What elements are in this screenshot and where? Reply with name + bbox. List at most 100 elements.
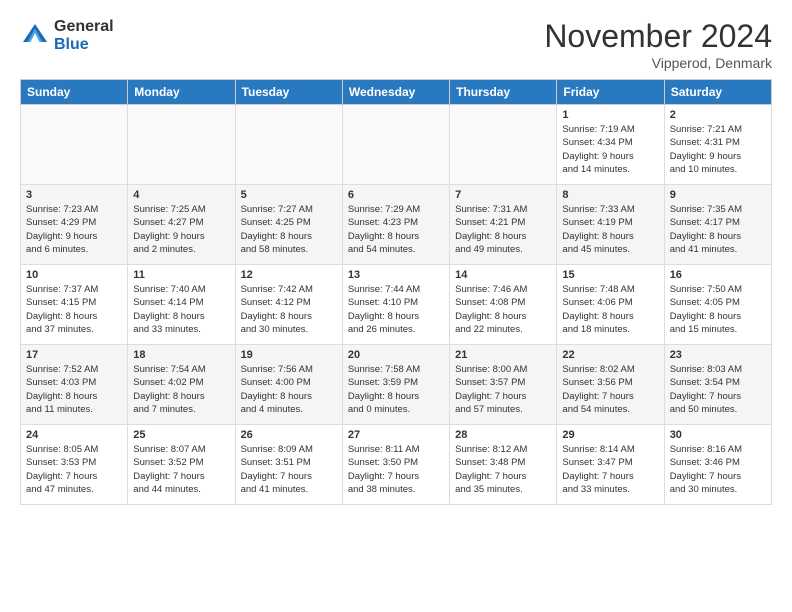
day-info: Sunrise: 8:09 AM Sunset: 3:51 PM Dayligh…: [241, 443, 337, 496]
month-title: November 2024: [544, 18, 772, 55]
calendar-cell: [21, 105, 128, 185]
day-number: 4: [133, 189, 229, 201]
calendar-cell: 22 Sunrise: 8:02 AM Sunset: 3:56 PM Dayli…: [557, 345, 664, 425]
day-number: 5: [241, 189, 337, 201]
day-number: 9: [670, 189, 766, 201]
day-number: 10: [26, 269, 122, 281]
day-info: Sunrise: 8:11 AM Sunset: 3:50 PM Dayligh…: [348, 443, 444, 496]
page-container: General Blue November 2024 Vipperod, Den…: [0, 0, 792, 515]
calendar-cell: [235, 105, 342, 185]
day-info: Sunrise: 7:19 AM Sunset: 4:34 PM Dayligh…: [562, 123, 658, 176]
weekday-thursday: Thursday: [450, 80, 557, 105]
calendar-cell: 6Sunrise: 7:29 AM Sunset: 4:23 PM Daylig…: [342, 185, 449, 265]
day-number: 28: [455, 429, 551, 441]
calendar-week-4: 17Sunrise: 7:52 AM Sunset: 4:03 PM Dayli…: [21, 345, 772, 425]
calendar-cell: 4 Sunrise: 7:25 AM Sunset: 4:27 PM Daylig…: [128, 185, 235, 265]
calendar-cell: 15Sunrise: 7:48 AM Sunset: 4:06 PM Dayli…: [557, 265, 664, 345]
day-number: 19: [241, 349, 337, 361]
day-info: Sunrise: 7:25 AM Sunset: 4:27 PM Dayligh…: [133, 203, 229, 256]
calendar-cell: 17Sunrise: 7:52 AM Sunset: 4:03 PM Dayli…: [21, 345, 128, 425]
logo-icon: [20, 21, 50, 51]
calendar-cell: 9 Sunrise: 7:35 AM Sunset: 4:17 PM Daylig…: [664, 185, 771, 265]
calendar-cell: 28 Sunrise: 8:12 AM Sunset: 3:48 PM Dayli…: [450, 425, 557, 505]
day-number: 24: [26, 429, 122, 441]
day-info: Sunrise: 8:03 AM Sunset: 3:54 PM Dayligh…: [670, 363, 766, 416]
weekday-saturday: Saturday: [664, 80, 771, 105]
day-info: Sunrise: 7:44 AM Sunset: 4:10 PM Dayligh…: [348, 283, 444, 336]
day-info: Sunrise: 7:35 AM Sunset: 4:17 PM Dayligh…: [670, 203, 766, 256]
day-number: 6: [348, 189, 444, 201]
calendar-cell: 21Sunrise: 8:00 AM Sunset: 3:57 PM Dayli…: [450, 345, 557, 425]
weekday-monday: Monday: [128, 80, 235, 105]
calendar-cell: [450, 105, 557, 185]
day-info: Sunrise: 7:48 AM Sunset: 4:06 PM Dayligh…: [562, 283, 658, 336]
calendar-week-3: 10Sunrise: 7:37 AM Sunset: 4:15 PM Dayli…: [21, 265, 772, 345]
calendar-cell: 26 Sunrise: 8:09 AM Sunset: 3:51 PM Dayli…: [235, 425, 342, 505]
day-info: Sunrise: 8:00 AM Sunset: 3:57 PM Dayligh…: [455, 363, 551, 416]
calendar-cell: 29 Sunrise: 8:14 AM Sunset: 3:47 PM Dayli…: [557, 425, 664, 505]
calendar-cell: 30 Sunrise: 8:16 AM Sunset: 3:46 PM Dayli…: [664, 425, 771, 505]
day-info: Sunrise: 7:23 AM Sunset: 4:29 PM Dayligh…: [26, 203, 122, 256]
day-info: Sunrise: 7:40 AM Sunset: 4:14 PM Dayligh…: [133, 283, 229, 336]
day-number: 17: [26, 349, 122, 361]
day-number: 8: [562, 189, 658, 201]
day-number: 23: [670, 349, 766, 361]
logo: General Blue: [20, 18, 114, 54]
weekday-row: Sunday Monday Tuesday Wednesday Thursday…: [21, 80, 772, 105]
calendar-week-2: 3 Sunrise: 7:23 AM Sunset: 4:29 PM Daylig…: [21, 185, 772, 265]
calendar-cell: 7 Sunrise: 7:31 AM Sunset: 4:21 PM Daylig…: [450, 185, 557, 265]
day-info: Sunrise: 8:07 AM Sunset: 3:52 PM Dayligh…: [133, 443, 229, 496]
weekday-sunday: Sunday: [21, 80, 128, 105]
day-info: Sunrise: 7:58 AM Sunset: 3:59 PM Dayligh…: [348, 363, 444, 416]
calendar-cell: 27 Sunrise: 8:11 AM Sunset: 3:50 PM Dayli…: [342, 425, 449, 505]
day-number: 13: [348, 269, 444, 281]
day-number: 25: [133, 429, 229, 441]
calendar-cell: 20 Sunrise: 7:58 AM Sunset: 3:59 PM Dayli…: [342, 345, 449, 425]
calendar-cell: 8 Sunrise: 7:33 AM Sunset: 4:19 PM Daylig…: [557, 185, 664, 265]
day-number: 27: [348, 429, 444, 441]
calendar-cell: 5 Sunrise: 7:27 AM Sunset: 4:25 PM Daylig…: [235, 185, 342, 265]
day-info: Sunrise: 8:12 AM Sunset: 3:48 PM Dayligh…: [455, 443, 551, 496]
calendar-cell: 3 Sunrise: 7:23 AM Sunset: 4:29 PM Daylig…: [21, 185, 128, 265]
calendar-cell: 10Sunrise: 7:37 AM Sunset: 4:15 PM Dayli…: [21, 265, 128, 345]
day-number: 30: [670, 429, 766, 441]
calendar-cell: 19 Sunrise: 7:56 AM Sunset: 4:00 PM Dayli…: [235, 345, 342, 425]
title-block: November 2024 Vipperod, Denmark: [544, 18, 772, 71]
location: Vipperod, Denmark: [544, 55, 772, 71]
calendar-week-5: 24 Sunrise: 8:05 AM Sunset: 3:53 PM Dayli…: [21, 425, 772, 505]
calendar-cell: 24 Sunrise: 8:05 AM Sunset: 3:53 PM Dayli…: [21, 425, 128, 505]
day-info: Sunrise: 8:05 AM Sunset: 3:53 PM Dayligh…: [26, 443, 122, 496]
day-number: 20: [348, 349, 444, 361]
calendar-week-1: 1 Sunrise: 7:19 AM Sunset: 4:34 PM Daylig…: [21, 105, 772, 185]
day-number: 1: [562, 109, 658, 121]
day-info: Sunrise: 7:46 AM Sunset: 4:08 PM Dayligh…: [455, 283, 551, 336]
day-info: Sunrise: 7:21 AM Sunset: 4:31 PM Dayligh…: [670, 123, 766, 176]
calendar-table: Sunday Monday Tuesday Wednesday Thursday…: [20, 79, 772, 505]
header: General Blue November 2024 Vipperod, Den…: [0, 0, 792, 79]
day-number: 29: [562, 429, 658, 441]
day-info: Sunrise: 7:50 AM Sunset: 4:05 PM Dayligh…: [670, 283, 766, 336]
weekday-wednesday: Wednesday: [342, 80, 449, 105]
day-info: Sunrise: 8:14 AM Sunset: 3:47 PM Dayligh…: [562, 443, 658, 496]
day-info: Sunrise: 8:02 AM Sunset: 3:56 PM Dayligh…: [562, 363, 658, 416]
calendar-header: Sunday Monday Tuesday Wednesday Thursday…: [21, 80, 772, 105]
day-number: 11: [133, 269, 229, 281]
calendar-cell: [342, 105, 449, 185]
day-info: Sunrise: 7:33 AM Sunset: 4:19 PM Dayligh…: [562, 203, 658, 256]
calendar-cell: 25 Sunrise: 8:07 AM Sunset: 3:52 PM Dayli…: [128, 425, 235, 505]
calendar-cell: 11 Sunrise: 7:40 AM Sunset: 4:14 PM Dayli…: [128, 265, 235, 345]
day-info: Sunrise: 7:56 AM Sunset: 4:00 PM Dayligh…: [241, 363, 337, 416]
day-info: Sunrise: 8:16 AM Sunset: 3:46 PM Dayligh…: [670, 443, 766, 496]
day-number: 26: [241, 429, 337, 441]
day-number: 7: [455, 189, 551, 201]
calendar-cell: 18Sunrise: 7:54 AM Sunset: 4:02 PM Dayli…: [128, 345, 235, 425]
day-number: 3: [26, 189, 122, 201]
day-number: 14: [455, 269, 551, 281]
weekday-friday: Friday: [557, 80, 664, 105]
day-number: 22: [562, 349, 658, 361]
calendar-cell: 14 Sunrise: 7:46 AM Sunset: 4:08 PM Dayli…: [450, 265, 557, 345]
day-number: 18: [133, 349, 229, 361]
day-info: Sunrise: 7:27 AM Sunset: 4:25 PM Dayligh…: [241, 203, 337, 256]
day-number: 2: [670, 109, 766, 121]
day-info: Sunrise: 7:31 AM Sunset: 4:21 PM Dayligh…: [455, 203, 551, 256]
